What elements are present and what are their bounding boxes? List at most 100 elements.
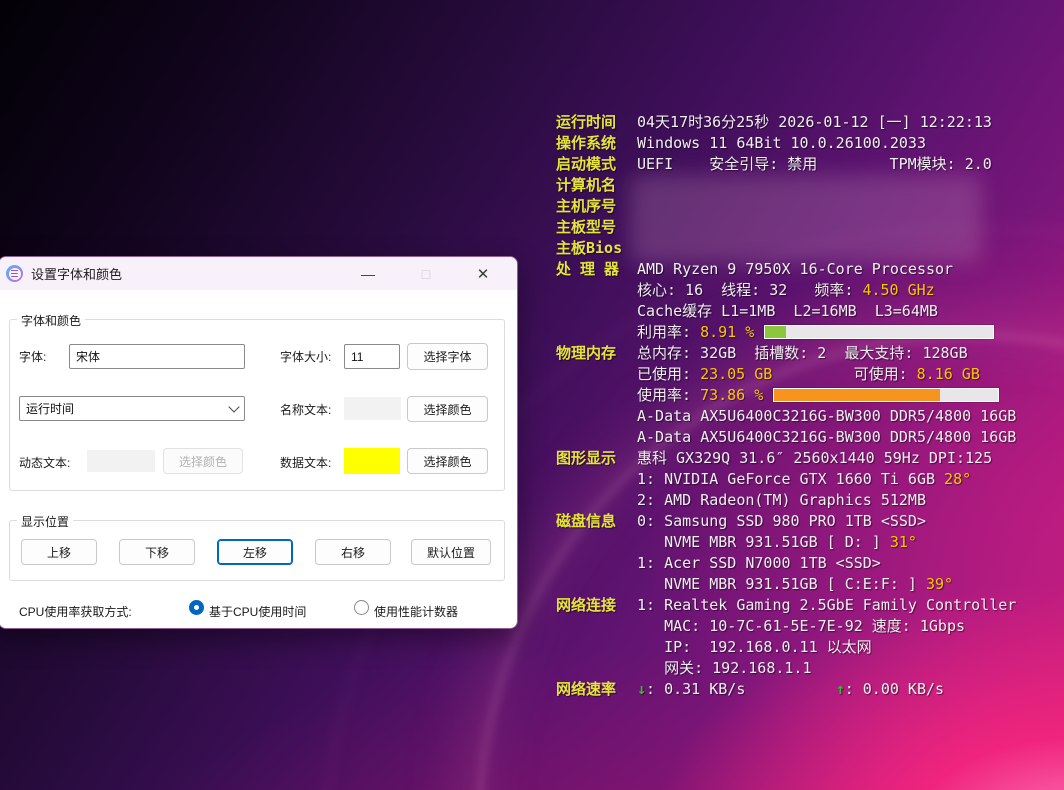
- dynamic-text-label: 动态文本:: [19, 454, 70, 471]
- monitor-section-label: 磁盘信息: [556, 511, 637, 532]
- monitor-row: 处 理 器AMD Ryzen 9 7950X 16-Core Processor: [556, 259, 1016, 280]
- monitor-section-label: 计算机名: [556, 175, 637, 196]
- monitor-section-label: 运行时间: [556, 112, 637, 133]
- font-color-settings-dialog: 设置字体和颜色 — □ ✕ 字体和颜色 字体: 字体大小: 选择字体 运行时间 …: [0, 256, 518, 629]
- monitor-section-label: 网络速率: [556, 679, 637, 700]
- monitor-row: 网络速率↓: 0.31 KB/s ↑: 0.00 KB/s: [556, 679, 1016, 700]
- monitor-line-text: Cache缓存 L1=1MB L2=16MB L3=64MB: [637, 301, 938, 322]
- monitor-line-text: A-Data AX5U6400C3216G-BW300 DDR5/4800 16…: [637, 427, 1016, 448]
- monitor-row: MAC: 10-7C-61-5E-7E-92 速度: 1Gbps: [556, 616, 1016, 637]
- monitor-line-text: UEFI 安全引导: 禁用 TPM模块: 2.0: [637, 154, 992, 175]
- monitor-line-text: NVME MBR 931.51GB [ C:E:F: ] 39°: [637, 574, 953, 595]
- font-size-label: 字体大小:: [280, 348, 331, 365]
- monitor-line-text: NVME MBR 931.51GB [ D: ] 31°: [637, 532, 917, 553]
- move-left-button[interactable]: 左移: [217, 539, 293, 565]
- radio-cpu-time-label[interactable]: 基于CPU使用时间: [209, 603, 306, 620]
- monitor-line-text: 使用率: 73.86 %: [637, 385, 999, 406]
- font-color-group-legend: 字体和颜色: [17, 312, 85, 329]
- cpu-usage-bar: [764, 325, 994, 339]
- monitor-section-label: 启动模式: [556, 154, 637, 175]
- monitor-row: 核心: 16 线程: 32 频率: 4.50 GHz: [556, 280, 1016, 301]
- monitor-row: 1: NVIDIA GeForce GTX 1660 Ti 6GB 28°: [556, 469, 1016, 490]
- monitor-line-text: 惠科 GX329Q 31.6″ 2560x1440 59Hz DPI:125: [637, 448, 992, 469]
- radio-cpu-time-selected[interactable]: [189, 600, 204, 615]
- radio-perf-counter[interactable]: [354, 600, 369, 615]
- monitor-row: 使用率: 73.86 %: [556, 385, 1016, 406]
- monitor-row: A-Data AX5U6400C3216G-BW300 DDR5/4800 16…: [556, 427, 1016, 448]
- monitor-section-label: 物理内存: [556, 343, 637, 364]
- chevron-down-icon: [228, 401, 239, 412]
- monitor-row: NVME MBR 931.51GB [ D: ] 31°: [556, 532, 1016, 553]
- move-right-button[interactable]: 右移: [315, 539, 391, 565]
- default-position-button[interactable]: 默认位置: [411, 539, 491, 565]
- monitor-row: Cache缓存 L1=1MB L2=16MB L3=64MB: [556, 301, 1016, 322]
- monitor-section-label: 网络连接: [556, 595, 637, 616]
- monitor-line-text: 0: Samsung SSD 980 PRO 1TB <SSD>: [637, 511, 926, 532]
- monitor-row: 主板型号: [556, 217, 1016, 238]
- monitor-section-label: 图形显示: [556, 448, 637, 469]
- move-up-button[interactable]: 上移: [21, 539, 97, 565]
- monitor-row: 图形显示惠科 GX329Q 31.6″ 2560x1440 59Hz DPI:1…: [556, 448, 1016, 469]
- monitor-line-text: Windows 11 64Bit 10.0.26100.2033: [637, 133, 926, 154]
- monitor-line-text: 2: AMD Radeon(TM) Graphics 512MB: [637, 490, 926, 511]
- display-position-legend: 显示位置: [17, 513, 73, 530]
- monitor-line-text: AMD Ryzen 9 7950X 16-Core Processor: [637, 259, 953, 280]
- monitor-row: 1: Acer SSD N7000 1TB <SSD>: [556, 553, 1016, 574]
- monitor-row: 物理内存总内存: 32GB 插槽数: 2 最大支持: 128GB: [556, 343, 1016, 364]
- monitor-line-text: 1: Realtek Gaming 2.5GbE Family Controll…: [637, 595, 1016, 616]
- monitor-row: 主板Bios: [556, 238, 1016, 259]
- monitor-section-label: 主机序号: [556, 196, 637, 217]
- font-label: 字体:: [19, 348, 46, 365]
- monitor-line-text: 1: Acer SSD N7000 1TB <SSD>: [637, 553, 881, 574]
- monitor-row: 操作系统Windows 11 64Bit 10.0.26100.2033: [556, 133, 1016, 154]
- monitor-line-text: 已使用: 23.05 GB 可使用: 8.16 GB: [637, 364, 980, 385]
- data-text-label: 数据文本:: [280, 454, 331, 471]
- name-text-color-swatch: [344, 397, 401, 420]
- monitor-section-label: 操作系统: [556, 133, 637, 154]
- move-down-button[interactable]: 下移: [119, 539, 195, 565]
- dynamic-color-button-disabled: 选择颜色: [163, 448, 243, 474]
- monitor-row: 运行时间04天17时36分25秒 2026-01-12 [一] 12:22:13: [556, 112, 1016, 133]
- dynamic-text-color-swatch: [87, 450, 155, 472]
- monitor-section-label: 主板型号: [556, 217, 637, 238]
- monitor-row: 计算机名: [556, 175, 1016, 196]
- monitor-row: 网关: 192.168.1.1: [556, 658, 1016, 679]
- monitor-line-text: 1: NVIDIA GeForce GTX 1660 Ti 6GB 28°: [637, 469, 971, 490]
- dialog-titlebar[interactable]: 设置字体和颜色 — □ ✕: [0, 257, 517, 290]
- monitor-line-text: MAC: 10-7C-61-5E-7E-92 速度: 1Gbps: [637, 616, 965, 637]
- monitor-line-text: ↓: 0.31 KB/s ↑: 0.00 KB/s: [637, 679, 944, 700]
- memory-usage-bar: [773, 388, 999, 402]
- data-color-button[interactable]: 选择颜色: [407, 448, 488, 474]
- monitor-line-text: 网关: 192.168.1.1: [637, 658, 812, 679]
- monitor-row: NVME MBR 931.51GB [ C:E:F: ] 39°: [556, 574, 1016, 595]
- monitor-row: 2: AMD Radeon(TM) Graphics 512MB: [556, 490, 1016, 511]
- system-monitor-overlay: 运行时间04天17时36分25秒 2026-01-12 [一] 12:22:13…: [556, 112, 1016, 700]
- font-name-input[interactable]: [69, 344, 245, 369]
- item-dropdown[interactable]: 运行时间: [19, 396, 245, 421]
- monitor-line-text: IP: 192.168.0.11 以太网: [637, 637, 872, 658]
- monitor-section-label: 主板Bios: [556, 238, 637, 259]
- data-text-color-swatch: [344, 448, 400, 474]
- monitor-row: A-Data AX5U6400C3216G-BW300 DDR5/4800 16…: [556, 406, 1016, 427]
- dialog-title: 设置字体和颜色: [31, 264, 122, 283]
- monitor-line-text: 利用率: 8.91 %: [637, 322, 994, 343]
- cpu-method-label: CPU使用率获取方式:: [19, 603, 132, 620]
- close-icon[interactable]: ✕: [463, 257, 503, 290]
- monitor-row: 利用率: 8.91 %: [556, 322, 1016, 343]
- monitor-row: 磁盘信息0: Samsung SSD 980 PRO 1TB <SSD>: [556, 511, 1016, 532]
- monitor-row: 启动模式UEFI 安全引导: 禁用 TPM模块: 2.0: [556, 154, 1016, 175]
- monitor-line-text: 总内存: 32GB 插槽数: 2 最大支持: 128GB: [637, 343, 968, 364]
- name-color-button[interactable]: 选择颜色: [407, 396, 488, 422]
- monitor-row: 网络连接1: Realtek Gaming 2.5GbE Family Cont…: [556, 595, 1016, 616]
- monitor-section-label: 处 理 器: [556, 259, 637, 280]
- radio-perf-counter-label[interactable]: 使用性能计数器: [374, 603, 458, 620]
- minimize-icon[interactable]: —: [348, 257, 388, 290]
- desktop: 运行时间04天17时36分25秒 2026-01-12 [一] 12:22:13…: [0, 0, 1064, 790]
- font-size-input[interactable]: [344, 344, 400, 369]
- app-icon: [6, 265, 23, 282]
- select-font-button[interactable]: 选择字体: [407, 343, 488, 370]
- maximize-icon: □: [406, 257, 446, 290]
- monitor-row: 已使用: 23.05 GB 可使用: 8.16 GB: [556, 364, 1016, 385]
- monitor-line-text: A-Data AX5U6400C3216G-BW300 DDR5/4800 16…: [637, 406, 1016, 427]
- monitor-line-text: 04天17时36分25秒 2026-01-12 [一] 12:22:13: [637, 112, 992, 133]
